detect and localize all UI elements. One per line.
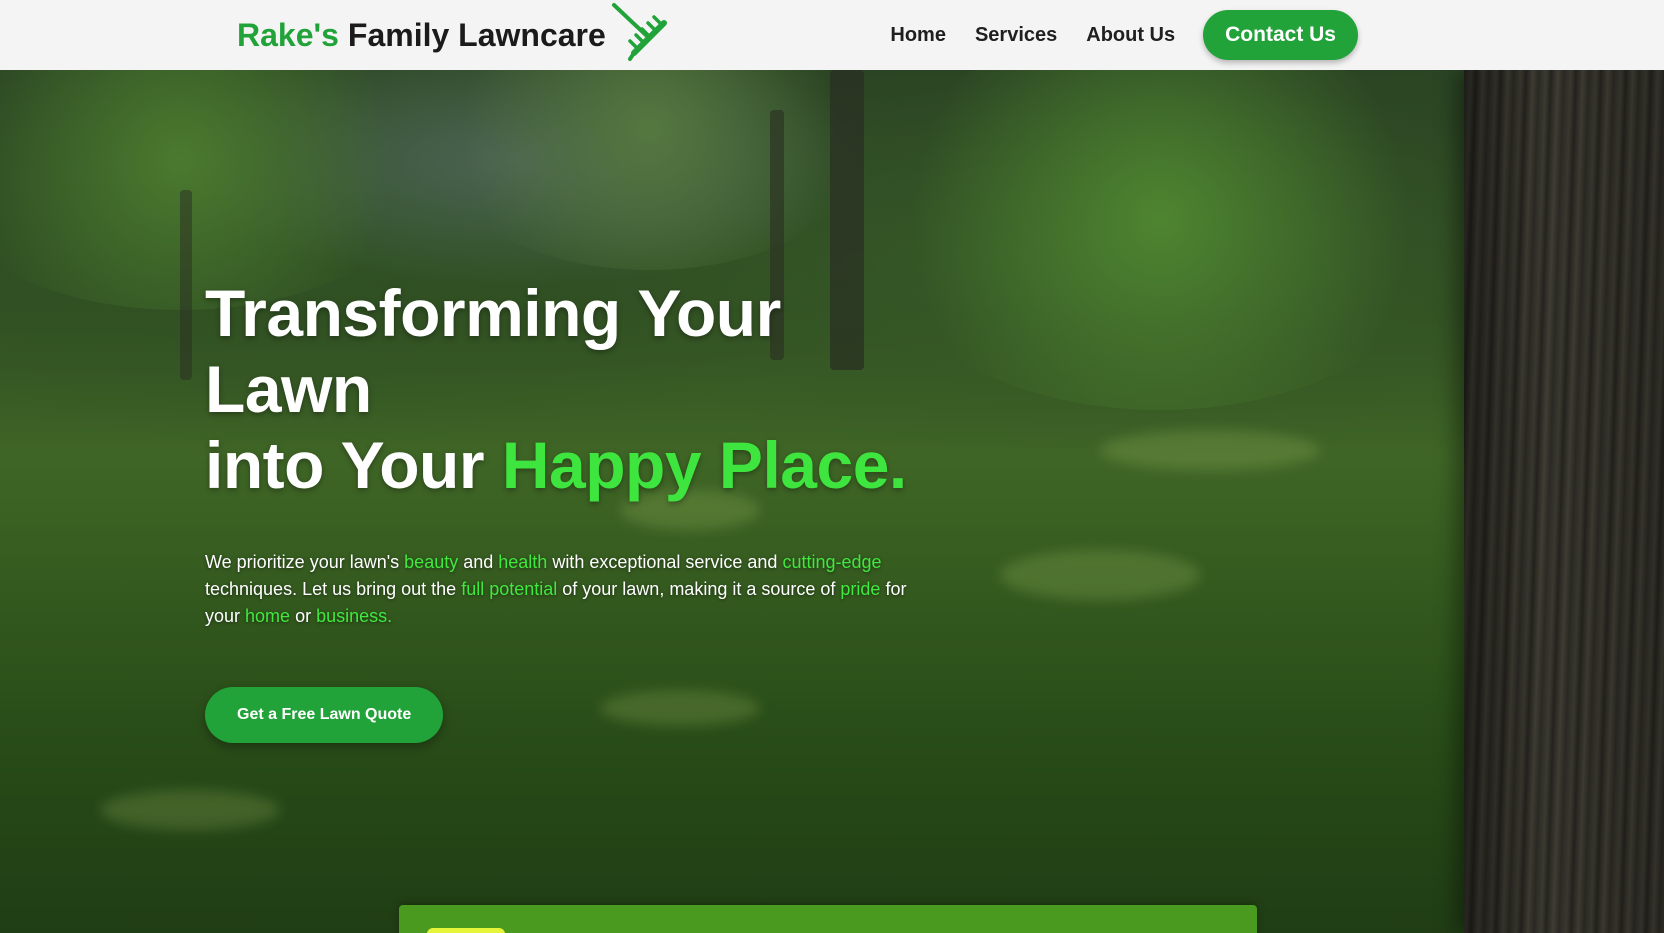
nav-services[interactable]: Services xyxy=(975,24,1057,47)
desc-text: with exceptional service and xyxy=(547,552,783,572)
tree-canopy xyxy=(0,70,440,310)
desc-text: or xyxy=(290,606,317,626)
desc-highlight: full potential xyxy=(461,579,558,599)
contact-us-button[interactable]: Contact Us xyxy=(1203,10,1358,60)
desc-highlight: cutting-edge xyxy=(782,552,882,572)
desc-highlight: pride xyxy=(840,579,881,599)
desc-text: We prioritize your lawn's xyxy=(205,552,405,572)
headline-line-1: Transforming Your Lawn xyxy=(205,276,781,426)
desc-highlight: health xyxy=(498,552,548,572)
hero-section: Transforming Your Lawn into Your Happy P… xyxy=(0,70,1664,933)
site-header: Rake's Family Lawncare Home Services Abo… xyxy=(0,0,1664,70)
desc-text: of your lawn, making it a source of xyxy=(557,579,841,599)
nav-home[interactable]: Home xyxy=(890,24,946,47)
card-badge xyxy=(427,928,505,933)
desc-highlight: beauty xyxy=(404,552,459,572)
rake-icon xyxy=(611,3,667,61)
headline-accent: Happy Place. xyxy=(501,428,907,502)
brand-name: Family Lawncare xyxy=(347,16,606,53)
tree-trunk xyxy=(180,190,192,380)
free-quote-button[interactable]: Get a Free Lawn Quote xyxy=(205,687,444,743)
brand-logo[interactable]: Rake's Family Lawncare xyxy=(237,0,672,70)
sunlight-patch xyxy=(100,790,280,830)
brand-name-accent: Rake's xyxy=(237,16,339,53)
hero-headline: Transforming Your Lawn into Your Happy P… xyxy=(205,275,965,503)
sunlight-patch xyxy=(1000,550,1200,600)
tree-canopy xyxy=(420,70,880,270)
hero-description: We prioritize your lawn's beauty and hea… xyxy=(205,549,925,630)
desc-highlight: business. xyxy=(316,606,393,626)
nav-about-us[interactable]: About Us xyxy=(1086,24,1175,47)
desc-text: and xyxy=(458,552,499,572)
desc-highlight: home xyxy=(245,606,291,626)
sunlight-patch xyxy=(1100,430,1320,470)
headline-line-2: into Your xyxy=(205,428,502,502)
trunk-shade xyxy=(1464,70,1664,933)
desc-text: techniques. Let us bring out the xyxy=(205,579,462,599)
main-nav: Home Services About Us Contact Us xyxy=(890,0,1358,70)
hero-content: Transforming Your Lawn into Your Happy P… xyxy=(205,275,965,743)
feature-card xyxy=(399,905,1257,933)
